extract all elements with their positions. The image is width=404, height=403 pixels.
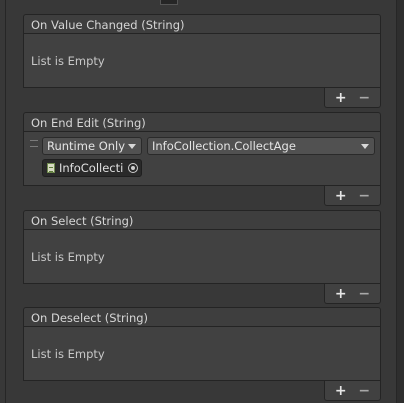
script-icon	[47, 163, 55, 173]
toolbar-fragment	[160, 0, 178, 5]
empty-list-label: List is Empty	[31, 346, 105, 361]
call-state-dropdown[interactable]: Runtime Only	[42, 137, 142, 155]
event-list-body: List is Empty	[23, 230, 381, 284]
remove-listener-button[interactable]: −	[355, 188, 373, 204]
function-value: InfoCollection.CollectAge	[152, 139, 296, 153]
event-list-body: Runtime Only InfoCollection.CollectAge I…	[23, 132, 381, 186]
function-dropdown[interactable]: InfoCollection.CollectAge	[147, 137, 375, 155]
event-on-end-edit: On End Edit (String) Runtime Only InfoCo…	[23, 112, 381, 206]
add-listener-button[interactable]: +	[332, 188, 350, 204]
list-footer: + −	[324, 88, 381, 108]
event-on-value-changed: On Value Changed (String) List is Empty …	[23, 14, 381, 108]
inspector-panel: On Value Changed (String) List is Empty …	[0, 0, 404, 403]
event-header: On Value Changed (String)	[23, 14, 381, 34]
remove-listener-button[interactable]: −	[355, 383, 373, 399]
scrollbar[interactable]	[397, 0, 404, 403]
add-listener-button[interactable]: +	[332, 286, 350, 302]
event-on-deselect: On Deselect (String) List is Empty + −	[23, 307, 381, 401]
event-on-select: On Select (String) List is Empty + −	[23, 210, 381, 304]
remove-listener-button[interactable]: −	[355, 90, 373, 106]
drag-handle-icon[interactable]	[30, 140, 38, 147]
event-list-body: List is Empty	[23, 34, 381, 88]
add-listener-button[interactable]: +	[332, 90, 350, 106]
target-object-value: InfoCollecti	[59, 161, 124, 175]
empty-list-label: List is Empty	[31, 53, 105, 68]
panel-border-left	[5, 0, 6, 403]
empty-list-label: List is Empty	[31, 249, 105, 264]
event-header: On Deselect (String)	[23, 307, 381, 327]
chevron-down-icon	[361, 144, 369, 149]
object-picker-icon[interactable]	[128, 163, 138, 173]
remove-listener-button[interactable]: −	[355, 286, 373, 302]
target-object-field[interactable]: InfoCollecti	[42, 159, 142, 177]
event-header: On Select (String)	[23, 210, 381, 230]
call-state-value: Runtime Only	[47, 139, 126, 153]
add-listener-button[interactable]: +	[332, 383, 350, 399]
event-header: On End Edit (String)	[23, 112, 381, 132]
list-footer: + −	[324, 284, 381, 304]
chevron-down-icon	[128, 144, 136, 149]
list-footer: + −	[324, 381, 381, 401]
list-footer: + −	[324, 186, 381, 206]
event-list-body: List is Empty	[23, 327, 381, 381]
